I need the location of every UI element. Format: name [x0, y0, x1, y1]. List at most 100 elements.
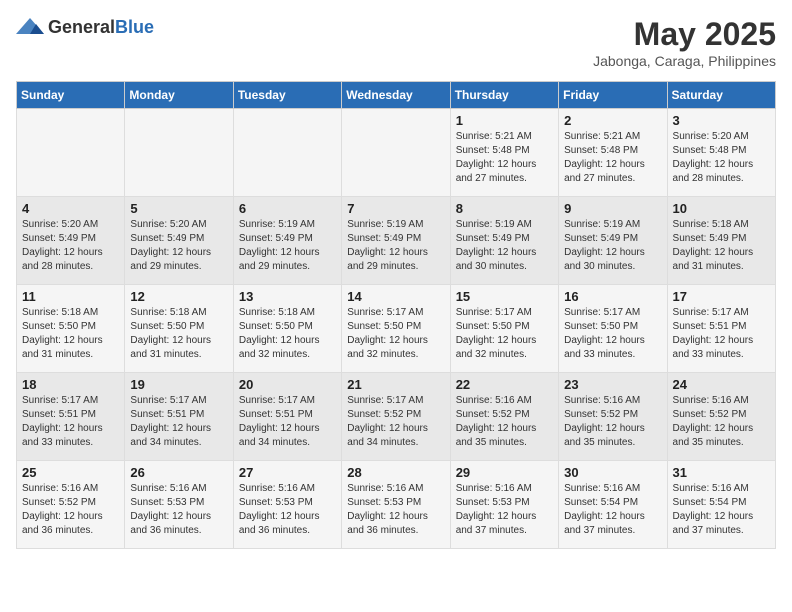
calendar-cell: 7 Sunrise: 5:19 AM Sunset: 5:49 PM Daylig… — [342, 197, 450, 285]
week-row-5: 25Sunrise: 5:16 AM Sunset: 5:52 PM Dayli… — [17, 461, 776, 549]
calendar-cell: 25Sunrise: 5:16 AM Sunset: 5:52 PM Dayli… — [17, 461, 125, 549]
calendar-cell: 15 Sunrise: 5:17 AM Sunset: 5:50 PM Dayli… — [450, 285, 558, 373]
cell-info: Sunrise: 5:16 AM Sunset: 5:52 PM Dayligh… — [22, 482, 119, 538]
week-row-1: 1 Sunrise: 5:21 AM Sunset: 5:48 PM Daylig… — [17, 109, 776, 197]
cell-info: Sunrise: 5:19 AM Sunset: 5:49 PM Dayligh… — [239, 218, 336, 274]
day-number: 9 — [564, 201, 661, 216]
cell-info: Sunrise: 5:20 AM Sunset: 5:49 PM Dayligh… — [22, 218, 119, 274]
calendar-header-row: SundayMondayTuesdayWednesdayThursdayFrid… — [17, 82, 776, 109]
day-number: 6 — [239, 201, 336, 216]
calendar-cell: 11 Sunrise: 5:18 AM Sunset: 5:50 PM Dayli… — [17, 285, 125, 373]
calendar-cell: 31Sunrise: 5:16 AM Sunset: 5:54 PM Dayli… — [667, 461, 775, 549]
day-number: 3 — [673, 113, 770, 128]
col-header-tuesday: Tuesday — [233, 82, 341, 109]
cell-info: Sunrise: 5:17 AM Sunset: 5:51 PM Dayligh… — [130, 394, 227, 450]
day-number: 13 — [239, 289, 336, 304]
cell-info: Sunrise: 5:16 AM Sunset: 5:53 PM Dayligh… — [239, 482, 336, 538]
col-header-wednesday: Wednesday — [342, 82, 450, 109]
day-number: 17 — [673, 289, 770, 304]
col-header-friday: Friday — [559, 82, 667, 109]
calendar-cell: 5 Sunrise: 5:20 AM Sunset: 5:49 PM Daylig… — [125, 197, 233, 285]
day-number: 8 — [456, 201, 553, 216]
day-number: 2 — [564, 113, 661, 128]
cell-info: Sunrise: 5:16 AM Sunset: 5:53 PM Dayligh… — [456, 482, 553, 538]
calendar-cell: 19 Sunrise: 5:17 AM Sunset: 5:51 PM Dayli… — [125, 373, 233, 461]
calendar-cell: 29 Sunrise: 5:16 AM Sunset: 5:53 PM Dayli… — [450, 461, 558, 549]
cell-info: Sunrise: 5:17 AM Sunset: 5:51 PM Dayligh… — [673, 306, 770, 362]
calendar-cell: 1 Sunrise: 5:21 AM Sunset: 5:48 PM Daylig… — [450, 109, 558, 197]
day-number: 14 — [347, 289, 444, 304]
day-number: 7 — [347, 201, 444, 216]
calendar-cell: 28Sunrise: 5:16 AM Sunset: 5:53 PM Dayli… — [342, 461, 450, 549]
cell-info: Sunrise: 5:17 AM Sunset: 5:50 PM Dayligh… — [564, 306, 661, 362]
cell-info: Sunrise: 5:17 AM Sunset: 5:50 PM Dayligh… — [456, 306, 553, 362]
cell-info: Sunrise: 5:18 AM Sunset: 5:50 PM Dayligh… — [22, 306, 119, 362]
cell-info: Sunrise: 5:16 AM Sunset: 5:54 PM Dayligh… — [673, 482, 770, 538]
calendar-cell — [233, 109, 341, 197]
cell-info: Sunrise: 5:20 AM Sunset: 5:49 PM Dayligh… — [130, 218, 227, 274]
day-number: 27 — [239, 465, 336, 480]
month-year: May 2025 — [593, 16, 776, 53]
cell-info: Sunrise: 5:18 AM Sunset: 5:50 PM Dayligh… — [130, 306, 227, 362]
day-number: 12 — [130, 289, 227, 304]
day-number: 18 — [22, 377, 119, 392]
title-block: May 2025 Jabonga, Caraga, Philippines — [593, 16, 776, 69]
calendar-table: SundayMondayTuesdayWednesdayThursdayFrid… — [16, 81, 776, 549]
calendar-cell: 26Sunrise: 5:16 AM Sunset: 5:53 PM Dayli… — [125, 461, 233, 549]
calendar-cell: 21Sunrise: 5:17 AM Sunset: 5:52 PM Dayli… — [342, 373, 450, 461]
day-number: 29 — [456, 465, 553, 480]
calendar-cell: 16 Sunrise: 5:17 AM Sunset: 5:50 PM Dayli… — [559, 285, 667, 373]
cell-info: Sunrise: 5:17 AM Sunset: 5:51 PM Dayligh… — [22, 394, 119, 450]
calendar-cell: 30 Sunrise: 5:16 AM Sunset: 5:54 PM Dayli… — [559, 461, 667, 549]
cell-info: Sunrise: 5:19 AM Sunset: 5:49 PM Dayligh… — [347, 218, 444, 274]
calendar-cell: 22Sunrise: 5:16 AM Sunset: 5:52 PM Dayli… — [450, 373, 558, 461]
cell-info: Sunrise: 5:19 AM Sunset: 5:49 PM Dayligh… — [456, 218, 553, 274]
day-number: 11 — [22, 289, 119, 304]
cell-info: Sunrise: 5:16 AM Sunset: 5:52 PM Dayligh… — [456, 394, 553, 450]
cell-info: Sunrise: 5:17 AM Sunset: 5:51 PM Dayligh… — [239, 394, 336, 450]
logo-blue: Blue — [115, 17, 154, 37]
cell-info: Sunrise: 5:21 AM Sunset: 5:48 PM Dayligh… — [456, 130, 553, 186]
week-row-3: 11 Sunrise: 5:18 AM Sunset: 5:50 PM Dayli… — [17, 285, 776, 373]
day-number: 1 — [456, 113, 553, 128]
cell-info: Sunrise: 5:18 AM Sunset: 5:49 PM Dayligh… — [673, 218, 770, 274]
calendar-cell — [342, 109, 450, 197]
cell-info: Sunrise: 5:21 AM Sunset: 5:48 PM Dayligh… — [564, 130, 661, 186]
logo: GeneralBlue — [16, 16, 154, 38]
col-header-saturday: Saturday — [667, 82, 775, 109]
cell-info: Sunrise: 5:19 AM Sunset: 5:49 PM Dayligh… — [564, 218, 661, 274]
calendar-cell: 6 Sunrise: 5:19 AM Sunset: 5:49 PM Daylig… — [233, 197, 341, 285]
location: Jabonga, Caraga, Philippines — [593, 53, 776, 69]
calendar-cell: 17 Sunrise: 5:17 AM Sunset: 5:51 PM Dayli… — [667, 285, 775, 373]
cell-info: Sunrise: 5:16 AM Sunset: 5:52 PM Dayligh… — [673, 394, 770, 450]
calendar-cell — [125, 109, 233, 197]
day-number: 19 — [130, 377, 227, 392]
calendar-cell — [17, 109, 125, 197]
calendar-cell: 2 Sunrise: 5:21 AM Sunset: 5:48 PM Daylig… — [559, 109, 667, 197]
calendar-cell: 14 Sunrise: 5:17 AM Sunset: 5:50 PM Dayli… — [342, 285, 450, 373]
col-header-thursday: Thursday — [450, 82, 558, 109]
calendar-cell: 4 Sunrise: 5:20 AM Sunset: 5:49 PM Daylig… — [17, 197, 125, 285]
cell-info: Sunrise: 5:16 AM Sunset: 5:54 PM Dayligh… — [564, 482, 661, 538]
day-number: 23 — [564, 377, 661, 392]
day-number: 16 — [564, 289, 661, 304]
calendar-cell: 8 Sunrise: 5:19 AM Sunset: 5:49 PM Daylig… — [450, 197, 558, 285]
day-number: 26 — [130, 465, 227, 480]
calendar-cell: 3 Sunrise: 5:20 AM Sunset: 5:48 PM Daylig… — [667, 109, 775, 197]
cell-info: Sunrise: 5:18 AM Sunset: 5:50 PM Dayligh… — [239, 306, 336, 362]
day-number: 4 — [22, 201, 119, 216]
calendar-cell: 23 Sunrise: 5:16 AM Sunset: 5:52 PM Dayli… — [559, 373, 667, 461]
day-number: 30 — [564, 465, 661, 480]
calendar-cell: 12 Sunrise: 5:18 AM Sunset: 5:50 PM Dayli… — [125, 285, 233, 373]
calendar-cell: 18 Sunrise: 5:17 AM Sunset: 5:51 PM Dayli… — [17, 373, 125, 461]
cell-info: Sunrise: 5:17 AM Sunset: 5:50 PM Dayligh… — [347, 306, 444, 362]
calendar-cell: 9 Sunrise: 5:19 AM Sunset: 5:49 PM Daylig… — [559, 197, 667, 285]
col-header-monday: Monday — [125, 82, 233, 109]
logo-icon — [16, 16, 44, 38]
cell-info: Sunrise: 5:16 AM Sunset: 5:52 PM Dayligh… — [564, 394, 661, 450]
day-number: 24 — [673, 377, 770, 392]
day-number: 15 — [456, 289, 553, 304]
cell-info: Sunrise: 5:20 AM Sunset: 5:48 PM Dayligh… — [673, 130, 770, 186]
day-number: 10 — [673, 201, 770, 216]
day-number: 5 — [130, 201, 227, 216]
